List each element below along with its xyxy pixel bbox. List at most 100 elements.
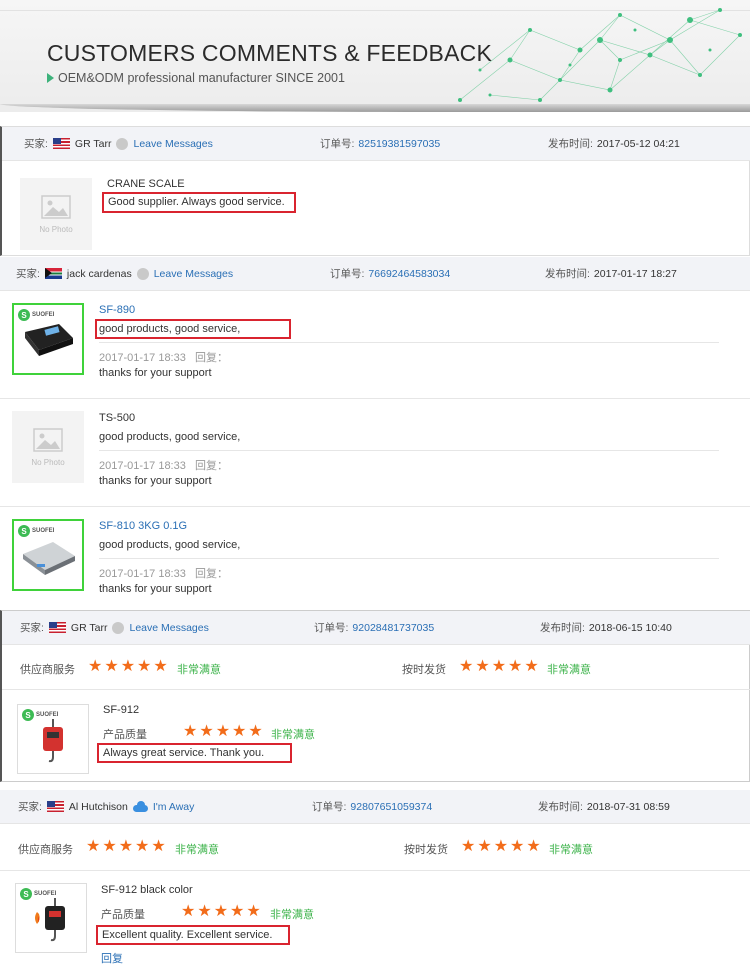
away-status-link[interactable]: I'm Away [153, 801, 195, 813]
star-icon: ★ [137, 658, 152, 675]
scale-image [23, 542, 75, 575]
time-value: 2018-07-31 08:59 [586, 800, 670, 813]
star-icon: ★ [151, 838, 166, 855]
star-icon: ★ [491, 658, 507, 675]
banner-shadow [0, 104, 750, 112]
brand-text: SUOFEI [32, 312, 55, 318]
shipping-rating-stars: ★ ★ ★ ★ ★ [461, 839, 541, 855]
seller-reply: thanks for your support [99, 583, 212, 595]
supplier-rating-stars: ★ ★ ★ ★ ★ [86, 839, 166, 855]
supplier-satisfaction: 非常满意 [175, 844, 219, 856]
no-photo-text: No Photo [31, 457, 65, 467]
divider [99, 558, 719, 559]
product-thumbnail[interactable]: S SUOFEI [17, 704, 89, 774]
product-thumbnail[interactable]: S SUOFEI [12, 519, 84, 591]
on-time-label: 按时发货 [404, 844, 448, 856]
divider [2, 689, 750, 690]
star-icon: ★ [153, 658, 168, 675]
star-icon: ★ [181, 903, 196, 920]
star-icon: ★ [232, 723, 247, 740]
us-flag-icon [48, 622, 66, 633]
order-number-link[interactable]: 82519381597035 [358, 138, 440, 150]
order-number-link[interactable]: 92807651059374 [350, 801, 432, 813]
play-arrow-icon [47, 73, 54, 83]
status-icon [116, 137, 129, 150]
reply-label: 回复： [195, 568, 229, 580]
crane-scale-black-image [35, 898, 65, 942]
us-flag-icon [52, 138, 70, 149]
product-thumbnail[interactable]: No Photo [12, 411, 84, 483]
order-number-link[interactable]: 76692464583034 [368, 268, 450, 280]
item-divider [0, 506, 750, 507]
star-icon: ★ [215, 723, 231, 740]
product-name: CRANE SCALE [107, 178, 185, 190]
quality-label: 产品质量 [101, 909, 145, 921]
star-icon: ★ [86, 838, 101, 855]
order-info: 订单号: 82519381597035 [320, 136, 440, 151]
product-name-link[interactable]: SF-890 [99, 304, 135, 316]
no-photo-icon [41, 194, 71, 219]
review-card-4: 买家: Al Hutchison I'm Away 订单号: 928076510… [0, 790, 750, 974]
buyer-info: 买家: GR Tarr Leave Messages [24, 136, 213, 151]
buyer-info: 买家: jack cardenas Leave Messages [16, 266, 233, 281]
star-icon: ★ [118, 838, 134, 855]
product-thumbnail[interactable]: S SUOFEI [12, 303, 84, 375]
reply-time: 2017-01-17 18:33 [99, 352, 186, 364]
star-icon: ★ [524, 658, 539, 675]
brand-logo-icon: S [18, 525, 30, 537]
review-comment: Always great service. Thank you. [103, 747, 265, 759]
star-icon: ★ [510, 838, 525, 855]
brand-logo-icon: S [18, 309, 30, 321]
us-flag-icon [46, 801, 64, 812]
buyer-label: 买家: [18, 801, 42, 813]
order-number-link[interactable]: 92028481737035 [352, 622, 434, 634]
star-icon: ★ [199, 723, 214, 740]
quality-rating-stars: ★ ★ ★ ★ ★ [183, 724, 263, 740]
reply-timestamp: 2017-01-17 18:33 回复： [99, 457, 228, 473]
review-comment: Excellent quality. Excellent service. [102, 929, 273, 941]
star-icon: ★ [183, 723, 198, 740]
quality-satisfaction: 非常满意 [270, 909, 314, 921]
za-flag-icon [44, 268, 62, 279]
status-icon [112, 621, 125, 634]
star-icon: ★ [477, 838, 492, 855]
order-label: 订单号: [320, 138, 355, 150]
product-thumbnail[interactable]: S SUOFEI [15, 883, 87, 953]
star-icon: ★ [197, 903, 212, 920]
scale-image [25, 324, 73, 356]
review-comment: good products, good service, [99, 539, 241, 551]
seller-reply: thanks for your support [99, 475, 212, 487]
reply-timestamp: 2017-01-17 18:33 回复： [99, 349, 228, 365]
leave-messages-link[interactable]: Leave Messages [129, 622, 208, 634]
review-comment: Good supplier. Always good service. [108, 196, 285, 208]
divider [0, 870, 750, 871]
no-photo-text: No Photo [39, 224, 73, 234]
publish-time: 发布时间: 2017-05-12 04:21 [548, 136, 680, 151]
banner-subtitle: OEM&ODM professional manufacturer SINCE … [47, 71, 345, 85]
review-card-2: 买家: jack cardenas Leave Messages 订单号: 76… [0, 257, 750, 607]
status-icon [136, 267, 149, 280]
star-icon: ★ [475, 658, 490, 675]
product-thumbnail[interactable]: No Photo [20, 178, 92, 250]
order-info: 订单号: 92028481737035 [314, 620, 434, 635]
review-header: 买家: GR Tarr Leave Messages 订单号: 82519381… [2, 127, 750, 161]
star-icon: ★ [459, 658, 474, 675]
star-icon: ★ [120, 658, 136, 675]
reply-label: 回复： [195, 352, 229, 364]
product-name-link[interactable]: SF-810 3KG 0.1G [99, 520, 187, 532]
reply-link[interactable]: 回复 [101, 950, 123, 966]
publish-time: 发布时间: 2017-01-17 18:27 [545, 266, 677, 281]
star-icon: ★ [230, 903, 245, 920]
product-name: SF-912 black color [101, 884, 193, 896]
time-value: 2017-05-12 04:21 [596, 137, 680, 150]
star-icon: ★ [102, 838, 117, 855]
leave-messages-link[interactable]: Leave Messages [154, 268, 233, 280]
shipping-rating-stars: ★ ★ ★ ★ ★ [459, 659, 539, 675]
buyer-label: 买家: [20, 622, 44, 634]
leave-messages-link[interactable]: Leave Messages [133, 138, 212, 150]
order-info: 订单号: 92807651059374 [312, 799, 432, 814]
reply-label: 回复： [195, 460, 229, 472]
review-card-3: 买家: GR Tarr Leave Messages 订单号: 92028481… [0, 610, 750, 782]
supplier-satisfaction: 非常满意 [177, 664, 221, 676]
buyer-name: GR Tarr [74, 137, 112, 150]
